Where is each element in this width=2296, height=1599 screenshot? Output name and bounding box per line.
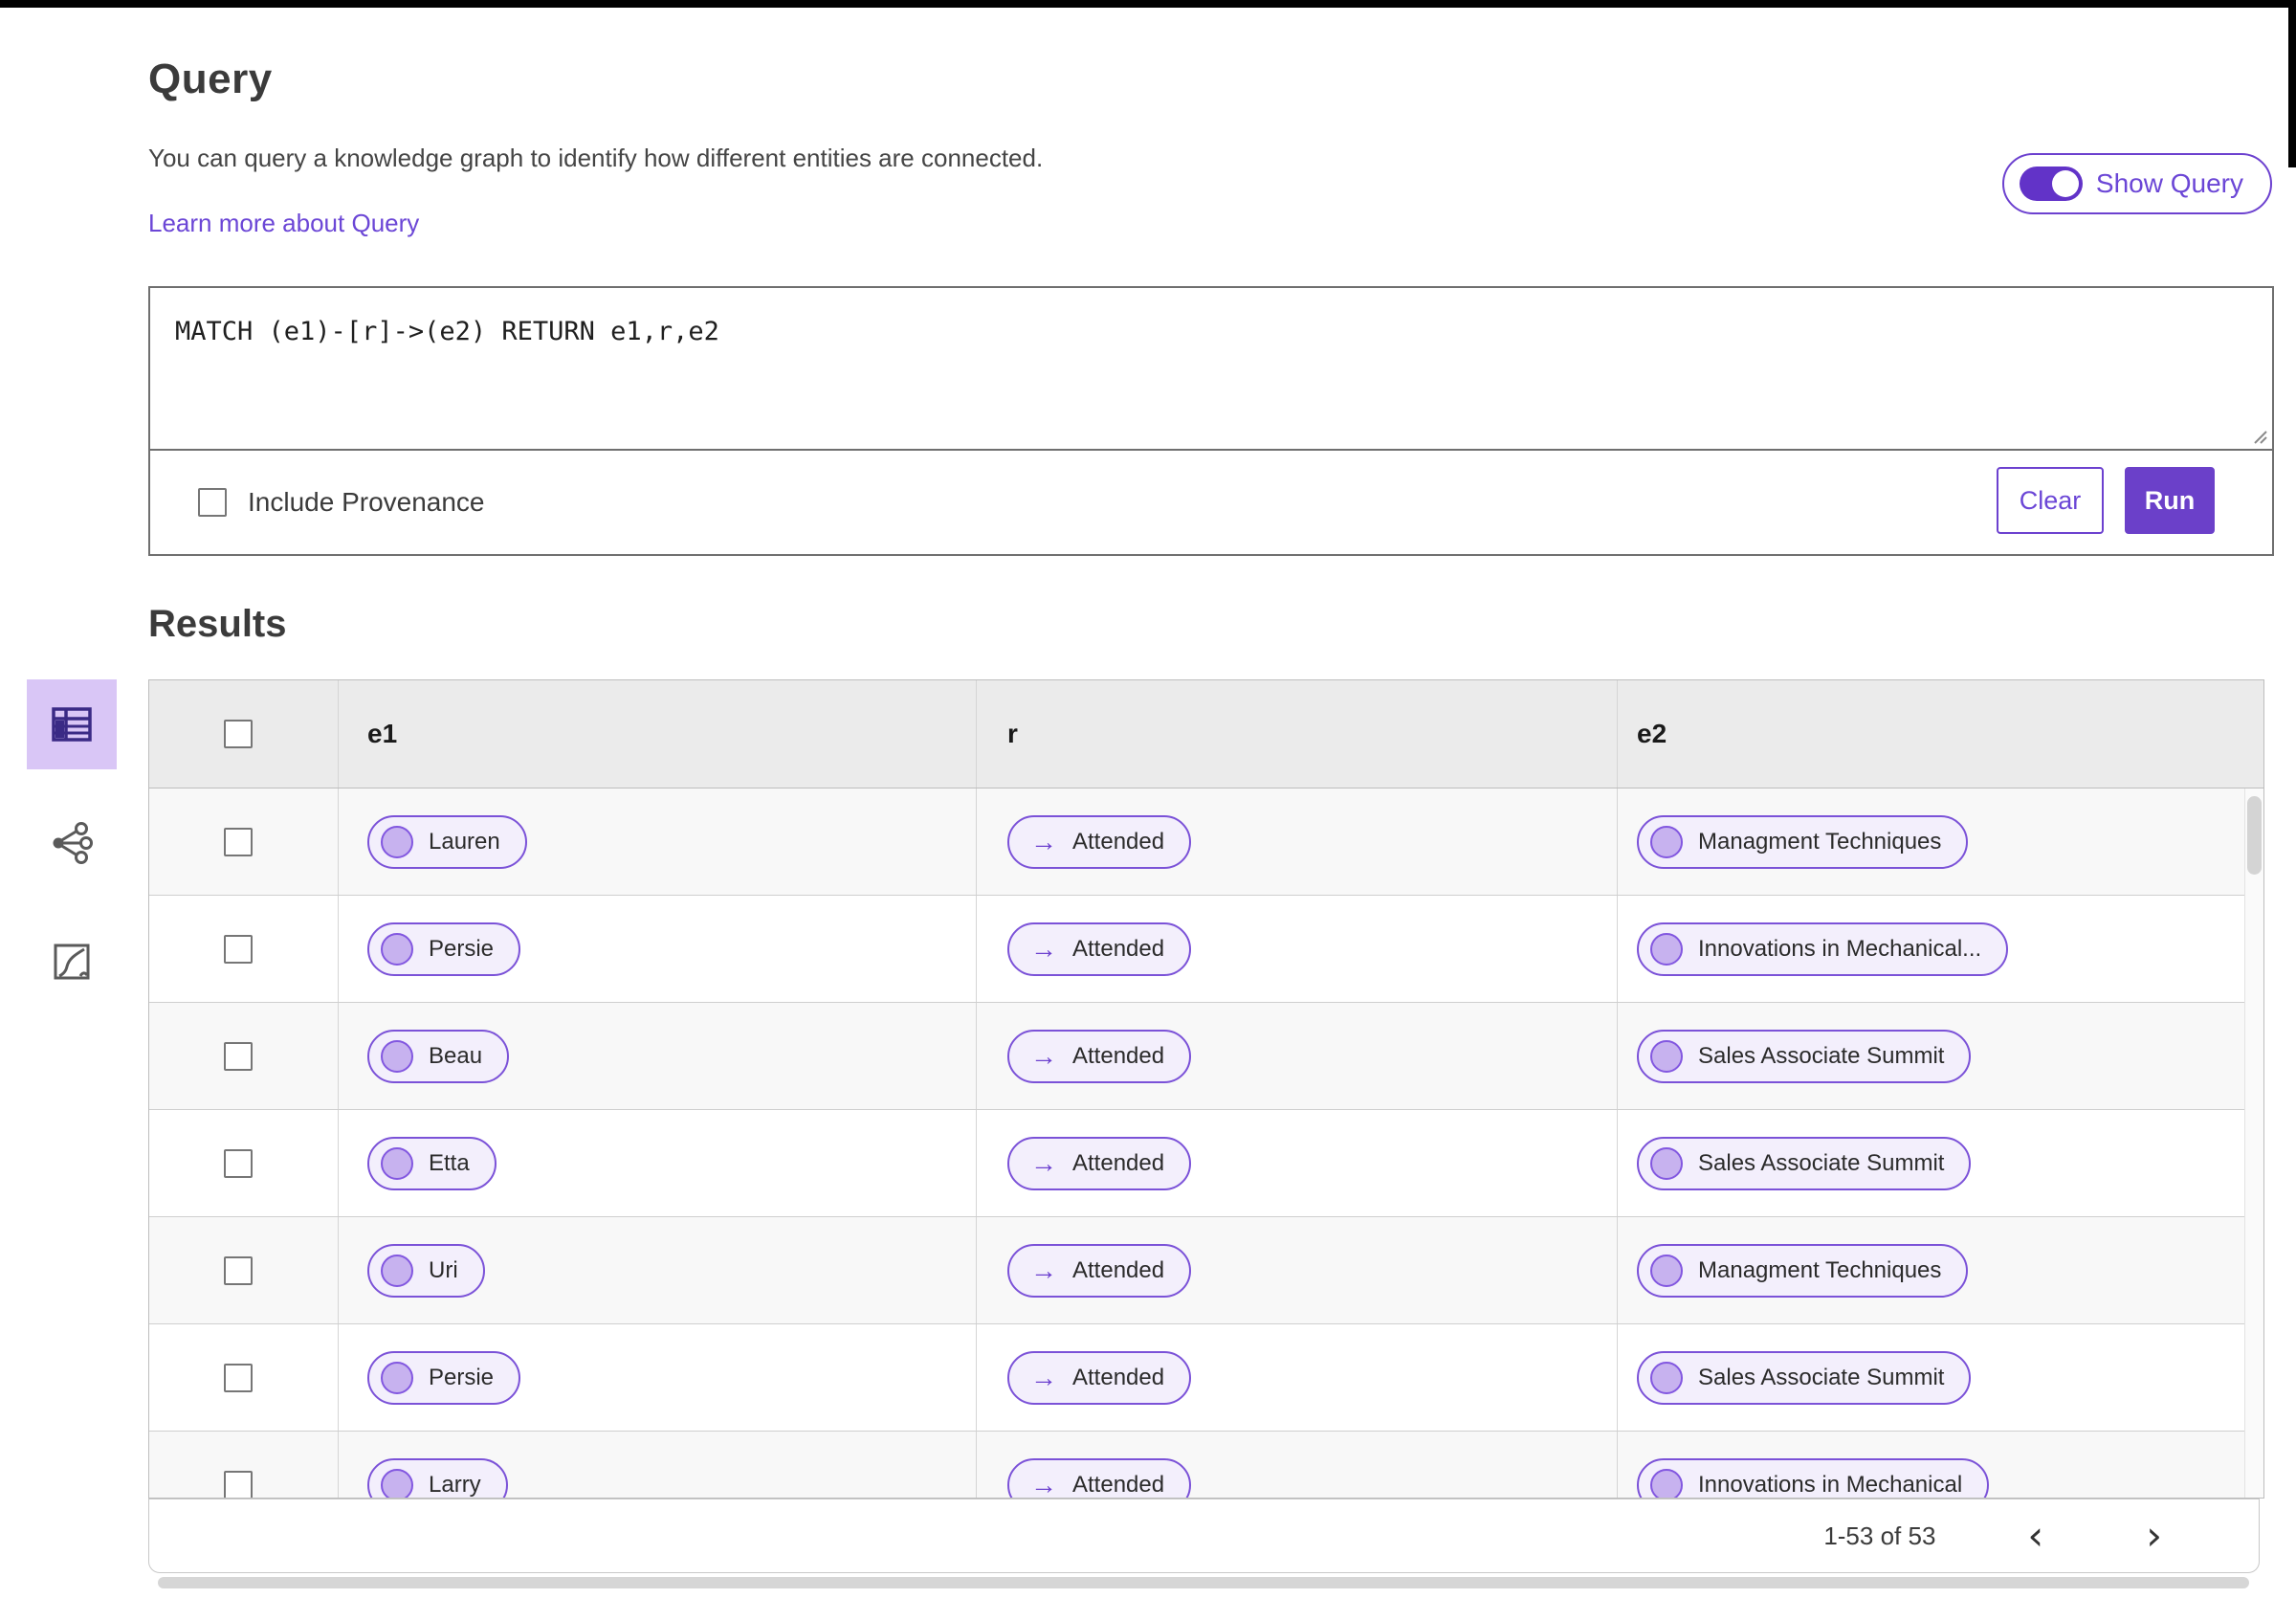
entity-circle-icon bbox=[381, 1039, 413, 1073]
relation-arrow-icon: → bbox=[1030, 826, 1057, 856]
row-checkbox[interactable] bbox=[224, 1041, 253, 1071]
entity-circle-icon bbox=[1650, 1254, 1683, 1287]
entity-circle-icon bbox=[1650, 825, 1683, 858]
entity-pill-e2[interactable]: Managment Techniques bbox=[1637, 814, 1969, 869]
window-edge-top bbox=[0, 0, 2296, 8]
table-view-button[interactable] bbox=[27, 679, 117, 769]
table-row: Uri → Attended Managment Techniques bbox=[149, 1217, 2263, 1324]
row-checkbox[interactable] bbox=[224, 827, 253, 856]
entity-circle-icon bbox=[1650, 1468, 1683, 1498]
query-controls-row: Include Provenance Clear Run bbox=[150, 451, 2272, 554]
relation-arrow-icon: → bbox=[1030, 1147, 1057, 1178]
row-checkbox[interactable] bbox=[224, 1148, 253, 1178]
table-header-row: e1 r e2 bbox=[149, 680, 2263, 788]
table-grid-icon bbox=[50, 702, 94, 746]
table-row: Persie → Attended Sales Associate Summit bbox=[149, 1324, 2263, 1432]
graph-nodes-icon bbox=[50, 821, 94, 865]
entity-circle-icon bbox=[381, 1468, 413, 1498]
header-checkbox-cell bbox=[149, 680, 339, 788]
scrollbar-thumb[interactable] bbox=[2247, 796, 2262, 875]
results-title: Results bbox=[148, 603, 287, 645]
entity-pill-e1[interactable]: Etta bbox=[367, 1136, 497, 1190]
column-header-r: r bbox=[1007, 719, 1018, 748]
table-row: Larry → Attended Innovations in Mechanic… bbox=[149, 1432, 2263, 1499]
column-header-e1: e1 bbox=[367, 719, 398, 748]
resize-handle-icon[interactable] bbox=[2249, 426, 2268, 445]
table-body: Lauren → Attended Managment Techniques P… bbox=[149, 788, 2263, 1499]
relation-pill[interactable]: → Attended bbox=[1007, 1029, 1192, 1083]
results-table: e1 r e2 Lauren → Attended Managment Tech… bbox=[148, 679, 2264, 1499]
relation-arrow-icon: → bbox=[1030, 1469, 1057, 1499]
row-checkbox[interactable] bbox=[224, 1255, 253, 1285]
results-view-rail bbox=[27, 679, 119, 1007]
entity-pill-e1[interactable]: Persie bbox=[367, 1350, 521, 1405]
learn-more-link[interactable]: Learn more about Query bbox=[148, 209, 419, 238]
query-page: Query You can query a knowledge graph to… bbox=[0, 0, 2296, 1599]
entity-circle-icon bbox=[381, 932, 413, 966]
show-query-label: Show Query bbox=[2095, 168, 2243, 198]
entity-pill-e1[interactable]: Larry bbox=[367, 1457, 508, 1498]
relation-pill[interactable]: → Attended bbox=[1007, 1350, 1192, 1405]
graph-view-button[interactable] bbox=[27, 798, 117, 888]
table-row: Persie → Attended Innovations in Mechani… bbox=[149, 896, 2263, 1003]
table-row: Etta → Attended Sales Associate Summit bbox=[149, 1110, 2263, 1217]
vertical-scrollbar[interactable] bbox=[2244, 788, 2263, 1498]
route-icon bbox=[52, 942, 92, 982]
row-checkbox[interactable] bbox=[224, 1363, 253, 1392]
entity-circle-icon bbox=[1650, 1146, 1683, 1180]
relation-pill[interactable]: → Attended bbox=[1007, 1243, 1192, 1298]
entity-pill-e2[interactable]: Managment Techniques bbox=[1637, 1243, 1969, 1298]
entity-pill-e2[interactable]: Innovations in Mechanical bbox=[1637, 1457, 1990, 1498]
entity-pill-e1[interactable]: Beau bbox=[367, 1029, 510, 1083]
include-provenance-checkbox[interactable] bbox=[198, 488, 227, 517]
entity-pill-e2[interactable]: Sales Associate Summit bbox=[1637, 1350, 1972, 1405]
query-textarea[interactable]: MATCH (e1)-[r]->(e2) RETURN e1,r,e2 bbox=[150, 288, 2272, 451]
relation-pill[interactable]: → Attended bbox=[1007, 922, 1192, 976]
entity-pill-e2[interactable]: Innovations in Mechanical... bbox=[1637, 922, 2009, 976]
horizontal-scrollbar[interactable] bbox=[158, 1577, 2249, 1588]
query-description: You can query a knowledge graph to ident… bbox=[148, 144, 1044, 172]
entity-circle-icon bbox=[381, 1361, 413, 1394]
entity-pill-e1[interactable]: Persie bbox=[367, 922, 521, 976]
column-header-e2: e2 bbox=[1637, 719, 1667, 748]
entity-pill-e2[interactable]: Sales Associate Summit bbox=[1637, 1136, 1972, 1190]
relation-pill[interactable]: → Attended bbox=[1007, 1457, 1192, 1499]
entity-circle-icon bbox=[381, 825, 413, 858]
toggle-switch-icon[interactable] bbox=[2019, 167, 2083, 201]
select-all-checkbox[interactable] bbox=[224, 720, 253, 748]
entity-circle-icon bbox=[1650, 1039, 1683, 1073]
query-editor-panel: MATCH (e1)-[r]->(e2) RETURN e1,r,e2 Incl… bbox=[148, 286, 2274, 556]
entity-pill-e1[interactable]: Uri bbox=[367, 1243, 485, 1298]
row-checkbox[interactable] bbox=[224, 1470, 253, 1498]
entity-pill-e2[interactable]: Sales Associate Summit bbox=[1637, 1029, 1972, 1083]
window-edge-right bbox=[2288, 0, 2296, 167]
show-query-toggle[interactable]: Show Query bbox=[2001, 153, 2272, 214]
relation-pill[interactable]: → Attended bbox=[1007, 814, 1192, 869]
relation-arrow-icon: → bbox=[1030, 933, 1057, 964]
table-row: Beau → Attended Sales Associate Summit bbox=[149, 1003, 2263, 1110]
relation-arrow-icon: → bbox=[1030, 1255, 1057, 1285]
map-view-button[interactable] bbox=[27, 917, 117, 1007]
query-text[interactable]: MATCH (e1)-[r]->(e2) RETURN e1,r,e2 bbox=[175, 317, 719, 346]
include-provenance-label: Include Provenance bbox=[248, 487, 485, 517]
pagination-bar: 1-53 of 53 ‹ › bbox=[148, 1499, 2260, 1573]
table-row: Lauren → Attended Managment Techniques bbox=[149, 788, 2263, 896]
entity-pill-e1[interactable]: Lauren bbox=[367, 814, 527, 869]
run-button[interactable]: Run bbox=[2125, 467, 2215, 534]
prev-page-button[interactable]: ‹ bbox=[2021, 1516, 2049, 1556]
row-checkbox[interactable] bbox=[224, 934, 253, 964]
relation-arrow-icon: → bbox=[1030, 1362, 1057, 1392]
entity-circle-icon bbox=[381, 1254, 413, 1287]
relation-arrow-icon: → bbox=[1030, 1040, 1057, 1071]
next-page-button[interactable]: › bbox=[2140, 1516, 2168, 1556]
page-title: Query bbox=[148, 56, 273, 102]
entity-circle-icon bbox=[1650, 932, 1683, 966]
clear-button[interactable]: Clear bbox=[1997, 467, 2104, 534]
entity-circle-icon bbox=[381, 1146, 413, 1180]
entity-circle-icon bbox=[1650, 1361, 1683, 1394]
relation-pill[interactable]: → Attended bbox=[1007, 1136, 1192, 1190]
pagination-range-label: 1-53 of 53 bbox=[1823, 1521, 1936, 1550]
